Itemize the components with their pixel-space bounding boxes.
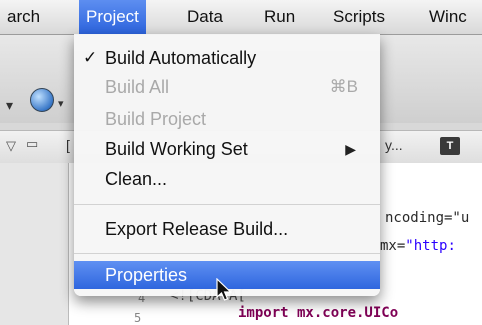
menu-separator (74, 253, 380, 254)
checkmark-icon: ✓ (83, 48, 98, 67)
menu-item-build-working-set[interactable]: Build Working Set ▶ (74, 135, 380, 163)
menu-item-build-project[interactable]: Build Project (74, 105, 380, 133)
menu-item-label: Properties (105, 265, 188, 285)
menu-separator (74, 204, 380, 205)
menu-scripts[interactable]: Scripts (326, 0, 392, 34)
menu-item-label: Build Working Set (105, 139, 248, 159)
menu-window[interactable]: Winc (422, 0, 474, 34)
menu-item-build-all[interactable]: Build All ⌘B (74, 73, 380, 101)
toolbar-dropdown-icon[interactable]: ▾ (6, 97, 13, 114)
code-string: "http: (405, 238, 456, 254)
menu-project[interactable]: Project (79, 0, 146, 34)
menu-run[interactable]: Run (257, 0, 302, 34)
menu-item-label: Build Project (105, 109, 207, 129)
menu-item-export-release-build[interactable]: Export Release Build... (74, 215, 380, 243)
menu-item-label: Export Release Build... (105, 219, 289, 239)
menubar: arch Project Data Run Scripts Winc (0, 0, 482, 35)
code-line: ncoding="u (385, 210, 470, 226)
editor-type-icon[interactable]: T (440, 137, 460, 155)
chevron-down-icon[interactable]: ▾ (58, 97, 64, 110)
menu-item-label: Clean... (105, 169, 168, 189)
code-line: import mx.core.UICo (238, 305, 399, 321)
view-bar-text: y... (385, 137, 403, 153)
view-bar-fragment: [ (66, 137, 70, 153)
menu-item-build-automatically[interactable]: ✓ Build Automatically (74, 44, 380, 72)
code-attr: mx= (380, 238, 406, 254)
project-menu: ✓ Build Automatically Build All ⌘B Build… (74, 34, 380, 296)
mouse-cursor-icon (216, 278, 232, 301)
code-line: mx="http: (380, 238, 456, 254)
menu-search[interactable]: arch (0, 0, 47, 34)
submenu-arrow-icon: ▶ (345, 141, 356, 157)
navigator-pane (0, 163, 69, 325)
shortcut-label: ⌘B (329, 77, 358, 96)
view-menu-icon[interactable]: ▽ (6, 138, 16, 154)
menu-item-label: Build All (105, 77, 170, 97)
menu-data[interactable]: Data (180, 0, 230, 34)
line-number: 5 (134, 311, 142, 325)
menu-item-clean[interactable]: Clean... (74, 165, 380, 193)
menu-item-label: Build Automatically (105, 48, 257, 68)
globe-icon[interactable] (30, 88, 54, 112)
minimize-icon[interactable]: ▭ (26, 136, 38, 152)
